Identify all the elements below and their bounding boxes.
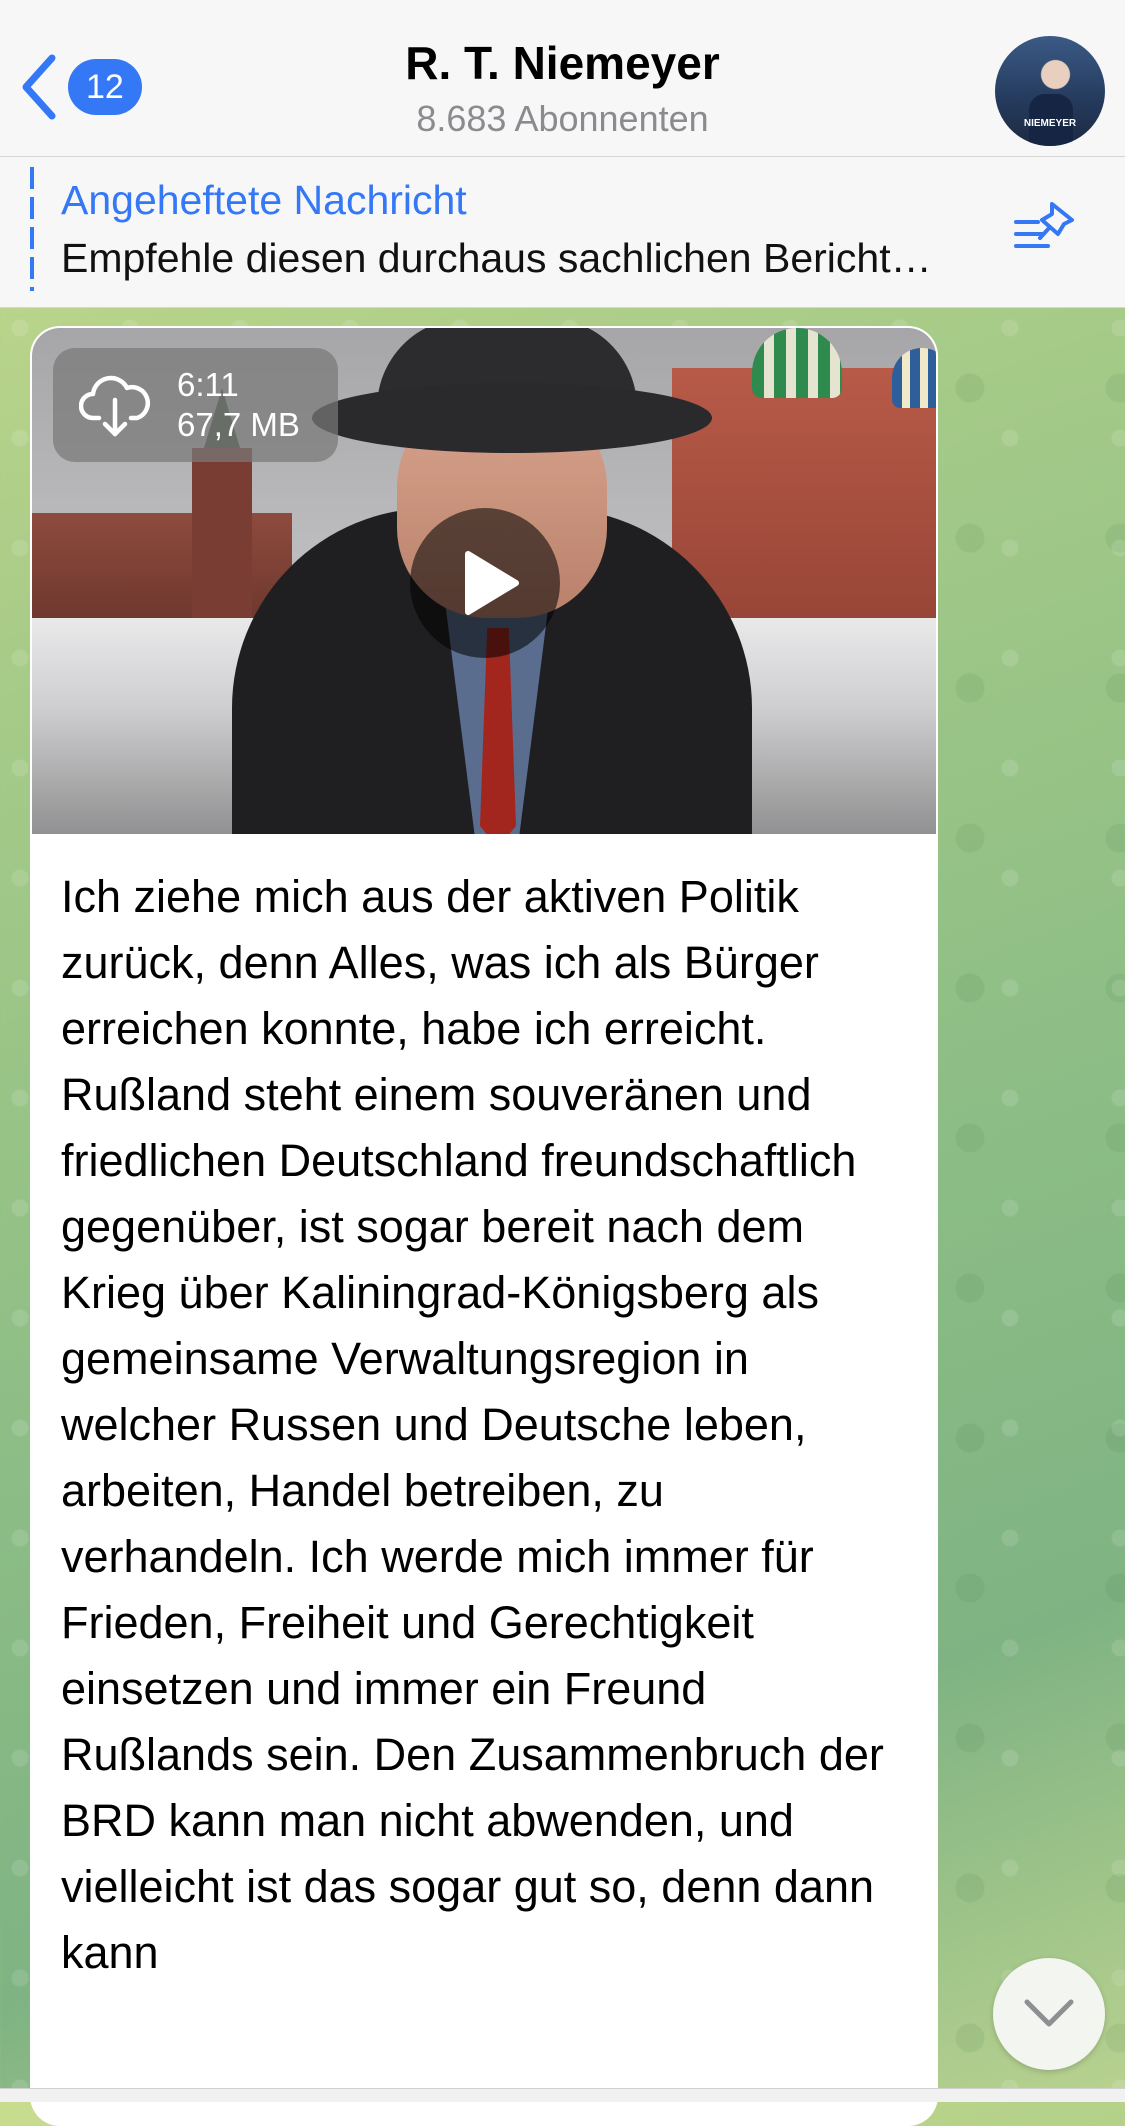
chevron-down-icon — [1024, 1999, 1074, 2027]
video-file-size: 67,7 MB — [177, 406, 300, 443]
channel-title[interactable]: R. T. Niemeyer — [0, 36, 1125, 90]
pinned-title: Angeheftete Nachricht — [61, 177, 467, 223]
message-text: Ich ziehe mich aus der aktiven Politik z… — [61, 871, 884, 1978]
chat-header: 12 R. T. Niemeyer 8.683 Abonnenten NIEME… — [0, 0, 1125, 157]
input-bar-edge — [0, 2088, 1125, 2102]
pinned-list-icon[interactable] — [1012, 200, 1078, 261]
channel-avatar[interactable]: NIEMEYER — [995, 36, 1105, 146]
cloud-download-icon — [79, 375, 151, 437]
pinned-message-bar[interactable]: Angeheftete Nachricht Empfehle diesen du… — [0, 157, 1125, 308]
video-scene — [32, 513, 292, 618]
pinned-indicator — [30, 167, 34, 291]
video-thumbnail[interactable]: 6:11 67,7 MB — [32, 328, 936, 834]
avatar-caption: NIEMEYER — [1023, 118, 1077, 129]
play-button[interactable] — [410, 508, 560, 658]
subscriber-count: 8.683 Abonnenten — [416, 98, 709, 139]
pinned-text: Empfehle diesen durchaus sachlichen Beri… — [61, 235, 932, 281]
video-duration: 6:11 — [177, 366, 239, 403]
play-icon — [465, 551, 519, 615]
download-button[interactable]: 6:11 67,7 MB — [53, 348, 338, 462]
message-bubble[interactable]: 6:11 67,7 MB Ich ziehe mich aus der akti… — [30, 326, 938, 2126]
scroll-down-button[interactable] — [993, 1958, 1105, 2070]
